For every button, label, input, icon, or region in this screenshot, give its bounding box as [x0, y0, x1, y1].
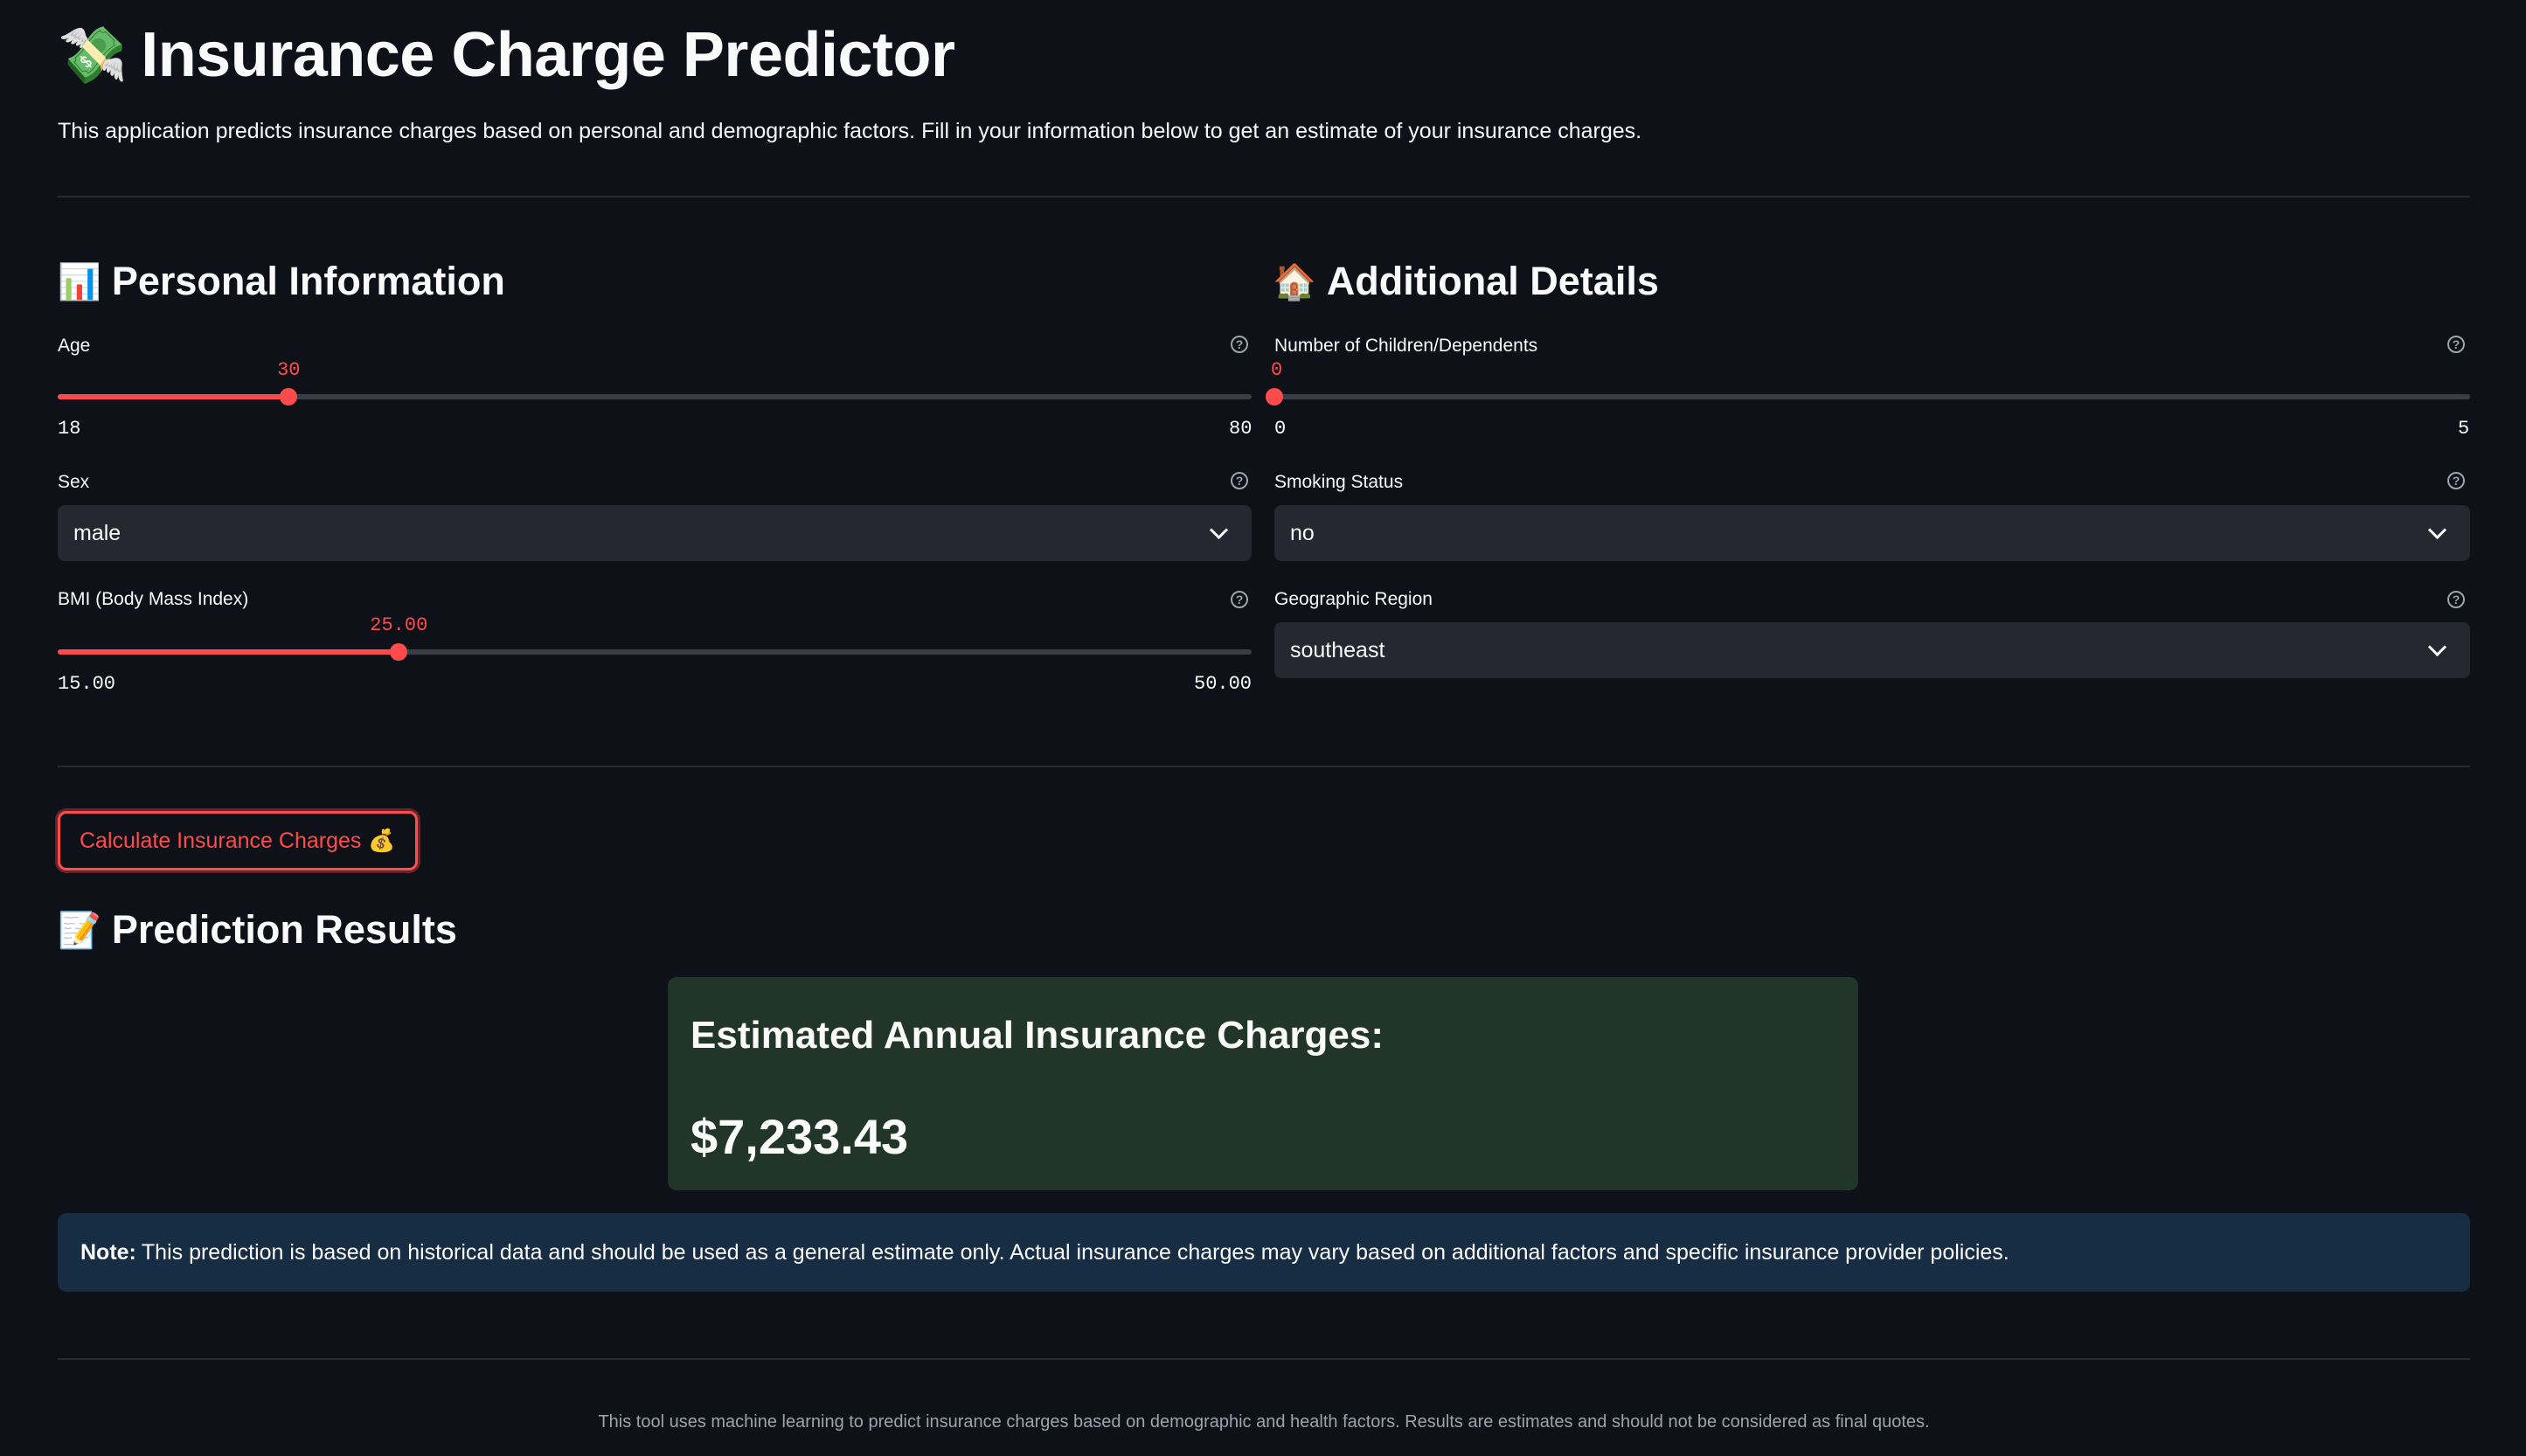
chevron-down-icon	[2427, 637, 2447, 656]
bmi-max-label: 50.00	[1194, 673, 1253, 695]
money-with-wings-icon: 💸	[58, 23, 128, 87]
additional-details-heading: 🏠 Additional Details	[1273, 259, 1659, 304]
bmi-label: BMI (Body Mass Index)	[58, 589, 249, 609]
chevron-down-icon	[2427, 520, 2447, 539]
note-banner: Note: This prediction is based on histor…	[58, 1213, 2470, 1292]
bmi-slider[interactable]: 25.00	[58, 614, 1252, 661]
footer-text: This tool uses machine learning to predi…	[598, 1412, 1930, 1432]
result-title: Estimated Annual Insurance Charges:	[690, 1014, 1384, 1057]
age-slider-thumb[interactable]	[280, 388, 298, 406]
age-min-label: 18	[58, 418, 81, 440]
children-min-label: 0	[1274, 418, 1287, 440]
bmi-slider-thumb[interactable]	[390, 643, 408, 661]
page-title-text: Insurance Charge Predictor	[141, 20, 955, 90]
help-icon[interactable]: ?	[2447, 591, 2465, 608]
children-max-label: 5	[2458, 418, 2470, 440]
page-title: 💸 Insurance Charge Predictor	[58, 19, 955, 91]
note-prefix: Note:	[80, 1239, 136, 1265]
house-icon: 🏠	[1273, 262, 1316, 302]
money-bag-icon: 💰	[368, 828, 396, 853]
bmi-slider-fill	[58, 649, 399, 655]
page-description: This application predicts insurance char…	[58, 119, 1642, 143]
result-card: Estimated Annual Insurance Charges: $7,2…	[668, 977, 1858, 1190]
age-slider-value: 30	[277, 359, 301, 381]
bmi-slider-value: 25.00	[370, 614, 428, 636]
children-slider-thumb[interactable]	[1266, 388, 1283, 406]
region-select[interactable]: southeast	[1274, 622, 2470, 678]
prediction-results-heading-text: Prediction Results	[111, 907, 457, 952]
help-icon[interactable]: ?	[1231, 472, 1248, 489]
help-icon[interactable]: ?	[1231, 591, 1248, 608]
memo-icon: 📝	[58, 911, 101, 950]
bar-chart-icon: 📊	[58, 262, 101, 302]
result-value: $7,233.43	[690, 1109, 909, 1164]
calculate-button-label: Calculate Insurance Charges	[80, 828, 362, 853]
children-label: Number of Children/Dependents	[1274, 336, 1538, 356]
divider	[58, 1358, 2470, 1360]
help-icon[interactable]: ?	[2447, 336, 2465, 353]
divider	[58, 196, 2470, 198]
personal-info-heading: 📊 Personal Information	[58, 259, 505, 304]
age-label: Age	[58, 336, 91, 356]
help-icon[interactable]: ?	[1231, 336, 1248, 353]
prediction-results-heading: 📝 Prediction Results	[58, 907, 457, 953]
help-icon[interactable]: ?	[2447, 472, 2465, 489]
children-slider-value: 0	[1271, 359, 1283, 381]
bmi-min-label: 15.00	[58, 673, 116, 695]
note-text: This prediction is based on historical d…	[141, 1239, 2009, 1265]
smoking-label: Smoking Status	[1274, 472, 1404, 492]
region-label: Geographic Region	[1274, 589, 1433, 609]
chevron-down-icon	[1209, 520, 1229, 539]
smoking-select-value: no	[1290, 520, 1315, 545]
sex-select-value: male	[73, 520, 121, 545]
calculate-button[interactable]: Calculate Insurance Charges 💰	[58, 811, 418, 870]
age-slider-fill	[58, 394, 289, 399]
sex-select[interactable]: male	[58, 505, 1252, 561]
age-slider[interactable]: 30	[58, 359, 1252, 406]
age-max-label: 80	[1229, 418, 1253, 440]
additional-details-heading-text: Additional Details	[1326, 259, 1659, 303]
smoking-select[interactable]: no	[1274, 505, 2470, 561]
children-slider[interactable]: 0	[1266, 359, 2470, 406]
personal-info-heading-text: Personal Information	[111, 259, 505, 303]
divider	[58, 766, 2470, 767]
region-select-value: southeast	[1290, 637, 1385, 662]
sex-label: Sex	[58, 472, 90, 492]
